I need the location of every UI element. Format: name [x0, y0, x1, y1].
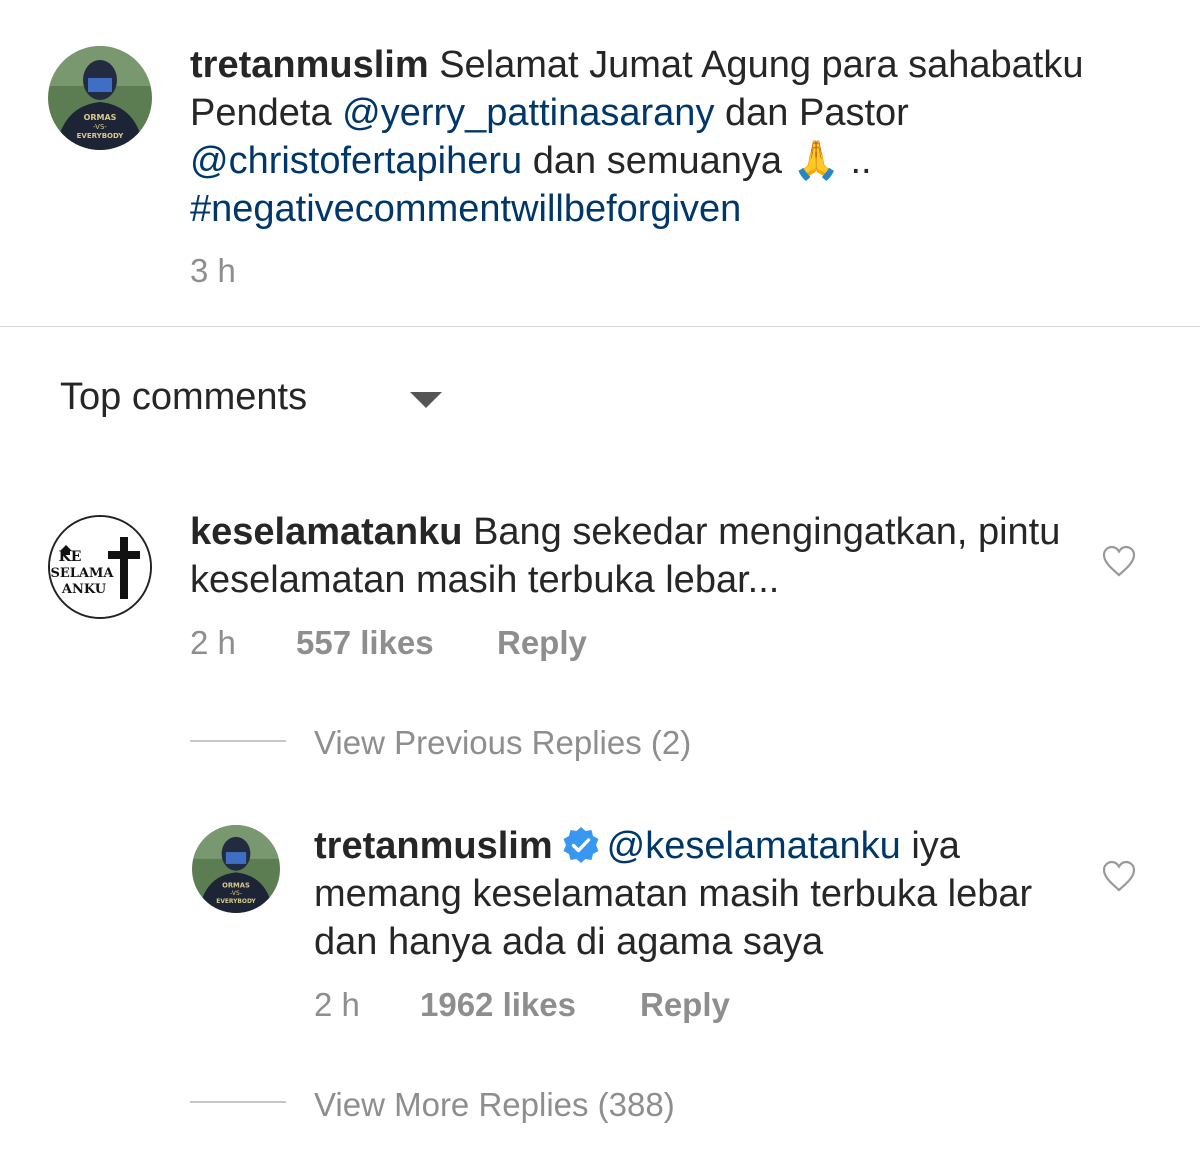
- reply-divider-line: [190, 1101, 286, 1103]
- comment-likes[interactable]: 557 likes: [296, 624, 434, 662]
- reply-avatar-shirt-text-1: ORMAS: [222, 882, 250, 890]
- caption-divider: [0, 326, 1200, 327]
- reply-timestamp: 2 h: [314, 986, 360, 1023]
- caption-avatar[interactable]: ORMAS -VS- EVERYBODY: [48, 46, 152, 150]
- caption-text: tretanmuslim Selamat Jumat Agung para sa…: [190, 41, 1090, 233]
- comment-sort-label[interactable]: Top comments: [60, 376, 307, 419]
- comment-timestamp: 2 h: [190, 624, 236, 661]
- caption-username[interactable]: tretanmuslim: [190, 44, 429, 86]
- reply-text: tretanmuslim @keselamatanku iya memang k…: [314, 822, 1054, 966]
- reply-likes[interactable]: 1962 likes: [420, 986, 576, 1024]
- heart-icon[interactable]: [1101, 544, 1137, 578]
- reply-avatar-shirt-text-3: EVERYBODY: [216, 899, 256, 905]
- reply-username[interactable]: tretanmuslim: [314, 825, 553, 867]
- comment-username[interactable]: keselamatanku: [190, 511, 463, 553]
- reply-mention[interactable]: @keselamatanku: [607, 825, 901, 867]
- comment-reply-button[interactable]: Reply: [497, 624, 587, 662]
- comment-avatar[interactable]: KE SELAMA ANKU: [48, 515, 152, 619]
- caption-mention-2[interactable]: @christofertapiheru: [190, 140, 522, 182]
- avatar-logo-text-3: ANKU: [61, 582, 107, 597]
- verified-badge-icon: [563, 827, 599, 863]
- caption-text-part-2: dan Pastor: [725, 92, 909, 134]
- caption-text-part-3: dan semuanya 🙏 ..: [532, 140, 872, 182]
- caption-mention-1[interactable]: @yerry_pattinasarany: [342, 92, 714, 134]
- reply-divider-line: [190, 740, 286, 742]
- view-previous-replies[interactable]: View Previous Replies (2): [314, 724, 691, 762]
- comment-text: keselamatanku Bang sekedar mengingatkan,…: [190, 508, 1070, 604]
- caption-hashtag[interactable]: #negativecommentwillbeforgiven: [190, 188, 741, 230]
- chevron-down-icon[interactable]: [410, 392, 442, 408]
- avatar-shirt-text-2: -VS-: [93, 123, 107, 131]
- avatar-shirt-text-1: ORMAS: [84, 113, 117, 122]
- caption-timestamp: 3 h: [190, 252, 236, 289]
- reply-avatar[interactable]: ORMAS -VS- EVERYBODY: [192, 825, 280, 913]
- reply-reply-button[interactable]: Reply: [640, 986, 730, 1024]
- post-caption: ORMAS -VS- EVERYBODY tretanmuslim Selama…: [0, 0, 1200, 326]
- heart-icon[interactable]: [1101, 859, 1137, 893]
- view-more-replies[interactable]: View More Replies (388): [314, 1086, 675, 1124]
- avatar-logo-text-2: SELAMA: [50, 566, 114, 581]
- avatar-shirt-text-3: EVERYBODY: [77, 132, 125, 140]
- reply-avatar-shirt-text-2: -VS-: [230, 891, 242, 897]
